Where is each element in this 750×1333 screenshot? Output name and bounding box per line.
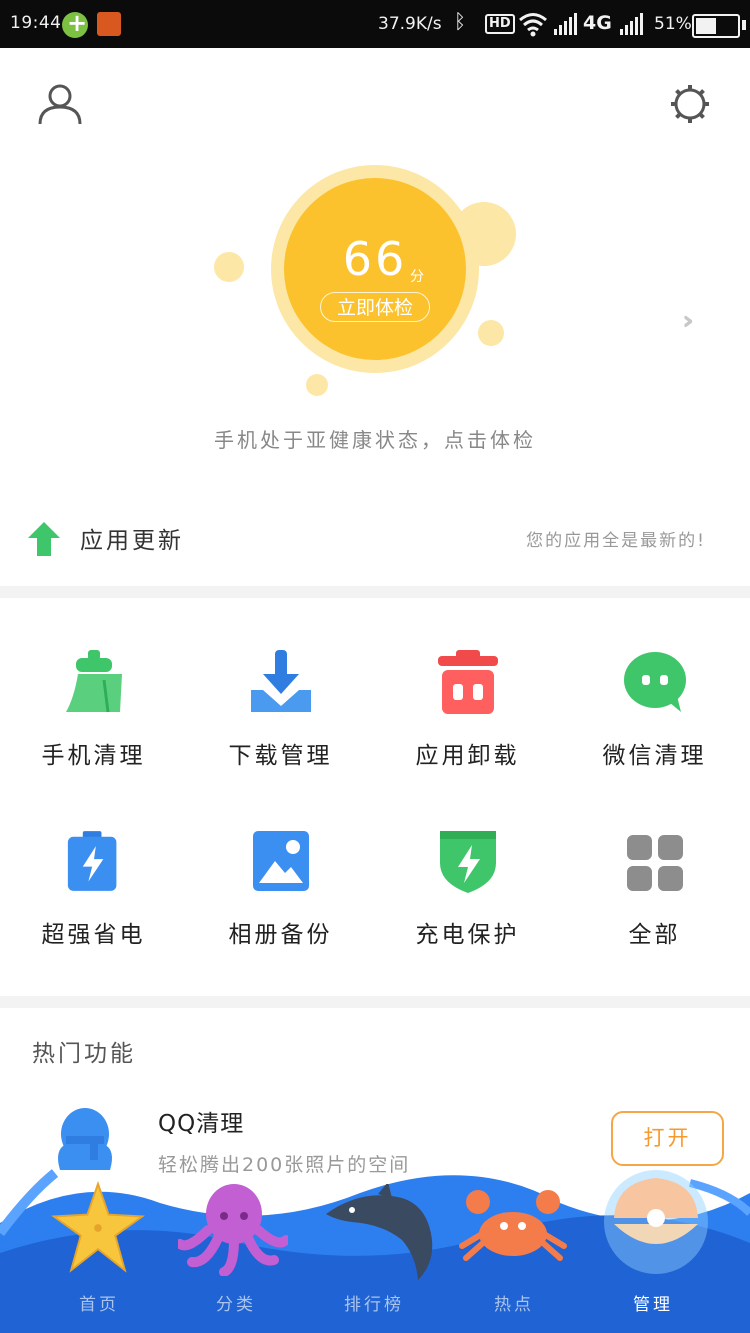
tool-label: 超强省电: [41, 922, 146, 948]
tool-label: 应用卸载: [415, 743, 520, 769]
network-speed: 37.9K/s: [378, 14, 442, 34]
notification-app-icon: [62, 9, 88, 38]
octopus-icon[interactable]: [178, 1180, 288, 1276]
tool-phone-clean[interactable]: 手机清理: [0, 650, 187, 810]
tool-power-save[interactable]: 超强省电: [0, 829, 187, 989]
health-score: 66: [342, 232, 408, 286]
download-icon: [251, 650, 311, 712]
app-update-status: 您的应用全是最新的!: [526, 531, 706, 551]
tool-app-uninstall[interactable]: 应用卸载: [374, 650, 561, 810]
network-type: 4G: [583, 12, 612, 34]
double-chevron-right-icon[interactable]: ›››: [682, 306, 695, 336]
app-update-row[interactable]: 应用更新 您的应用全是最新的!: [0, 500, 750, 580]
battery-level: [696, 18, 716, 34]
wifi-icon: [519, 13, 547, 37]
starfish-icon[interactable]: [50, 1180, 146, 1276]
health-status-text[interactable]: 手机处于亚健康状态，点击体检: [0, 424, 750, 453]
nav-hot[interactable]: 热点: [494, 1290, 534, 1315]
shield-bolt-icon: [440, 831, 496, 893]
status-time: 19:44: [10, 13, 62, 33]
section-divider: [0, 996, 750, 1008]
tool-label: 充电保护: [415, 922, 520, 948]
grid-icon: [627, 835, 683, 891]
hot-section-title: 热门功能: [32, 1041, 136, 1067]
wechat-icon: [624, 652, 686, 712]
nav-home[interactable]: 首页: [79, 1290, 119, 1315]
hd-icon: HD: [485, 14, 515, 34]
user-icon[interactable]: [37, 81, 83, 127]
photo-icon: [253, 831, 309, 891]
tool-label: 微信清理: [602, 743, 707, 769]
tool-label: 相册备份: [228, 922, 333, 948]
app-update-label: 应用更新: [80, 528, 184, 554]
up-arrow-icon: [28, 522, 60, 556]
tool-label: 手机清理: [41, 743, 146, 769]
tool-photo-backup[interactable]: 相册备份: [187, 829, 374, 989]
decor-bubble: [306, 374, 328, 396]
signal-icon-2: [620, 13, 643, 35]
open-button[interactable]: 打开: [611, 1111, 724, 1166]
nav-manage[interactable]: 管理: [633, 1290, 673, 1315]
tool-label: 全部: [628, 922, 681, 948]
tool-label: 下载管理: [228, 743, 333, 769]
check-now-button[interactable]: 立即体检: [320, 292, 430, 322]
battery-icon: [692, 14, 740, 38]
score-unit: 分: [410, 269, 424, 285]
hot-item-title: QQ清理: [158, 1111, 245, 1137]
dolphin-icon[interactable]: [322, 1184, 442, 1284]
notification-app-icon-2: [97, 12, 121, 36]
decor-bubble: [214, 252, 244, 282]
tool-download-manager[interactable]: 下载管理: [187, 650, 374, 810]
shell-icon[interactable]: [596, 1168, 716, 1278]
trash-icon: [438, 650, 498, 714]
signal-icon: [554, 13, 577, 35]
nav-ranking[interactable]: 排行榜: [344, 1290, 404, 1315]
tool-charge-protect[interactable]: 充电保护: [374, 829, 561, 989]
broom-icon: [66, 650, 122, 713]
battery-tip: [742, 20, 746, 30]
battery-bolt-icon: [67, 831, 117, 891]
decor-bubble: [478, 320, 504, 346]
status-bar: 19:44 37.9K/s ᛒ HD 4G 51%: [0, 0, 750, 48]
tool-all[interactable]: 全部: [561, 829, 748, 989]
bluetooth-icon: ᛒ: [454, 9, 466, 33]
battery-percent: 51%: [654, 14, 692, 34]
crab-icon[interactable]: [458, 1184, 568, 1274]
section-divider: [0, 586, 750, 598]
gear-icon[interactable]: [669, 83, 711, 125]
tool-wechat-clean[interactable]: 微信清理: [561, 650, 748, 810]
nav-category[interactable]: 分类: [216, 1290, 256, 1315]
